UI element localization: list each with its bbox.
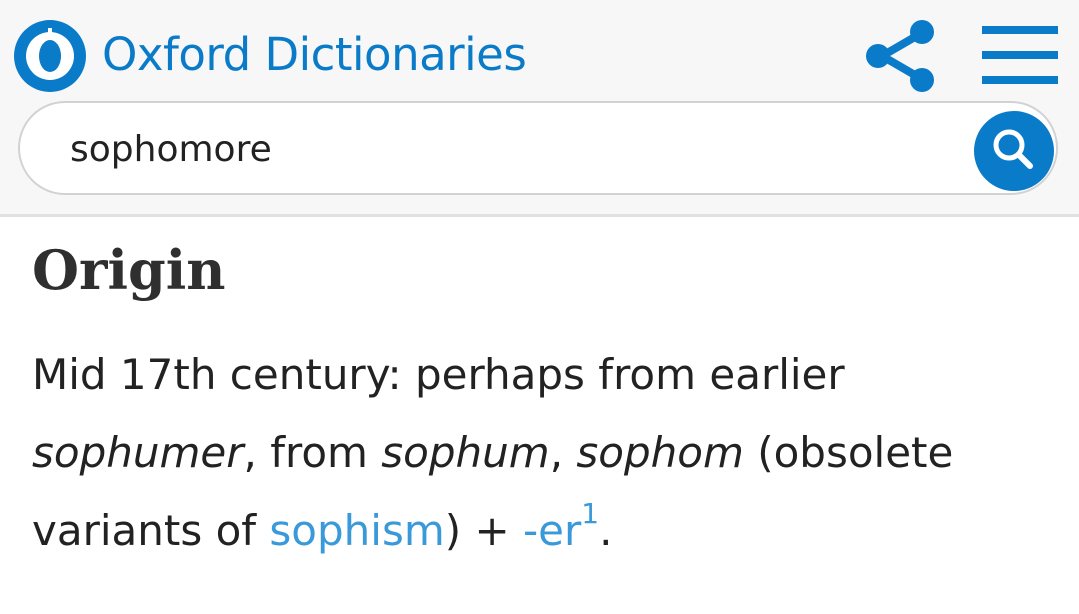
origin-line1: Mid 17th century: perhaps from earlier (32, 350, 845, 399)
app-header: Oxford Dictionaries (0, 0, 1079, 217)
share-icon (866, 20, 934, 92)
term-sophumer: sophumer (32, 428, 244, 477)
link-er[interactable]: -er1 (523, 500, 599, 556)
search-icon (993, 129, 1033, 169)
search-input[interactable] (70, 123, 950, 175)
menu-button[interactable] (980, 24, 1060, 86)
text-plus: ) + (444, 506, 524, 555)
search-bar (18, 101, 1058, 195)
link-er-superscript: 1 (581, 497, 600, 530)
oxford-logo-icon[interactable] (14, 20, 86, 92)
entry-content: Origin Mid 17th century: perhaps from ea… (32, 230, 1062, 570)
text-obsolete: (obsolete (743, 428, 954, 477)
origin-text: Mid 17th century: perhaps from earlier so… (32, 336, 1062, 570)
link-sophism[interactable]: sophism (269, 506, 444, 555)
search-button[interactable] (974, 111, 1054, 191)
hamburger-menu-icon (982, 26, 1058, 84)
link-er-label: -er (523, 506, 582, 555)
text-comma: , (549, 428, 577, 477)
origin-heading: Origin (32, 238, 226, 302)
text-variants: variants of (32, 506, 270, 555)
term-sophum: sophum (381, 428, 550, 477)
term-sophom: sophom (576, 428, 744, 477)
text-from: , from (243, 428, 382, 477)
share-button[interactable] (860, 16, 940, 96)
brand-name[interactable]: Oxford Dictionaries (102, 24, 527, 86)
text-period: . (599, 506, 613, 555)
